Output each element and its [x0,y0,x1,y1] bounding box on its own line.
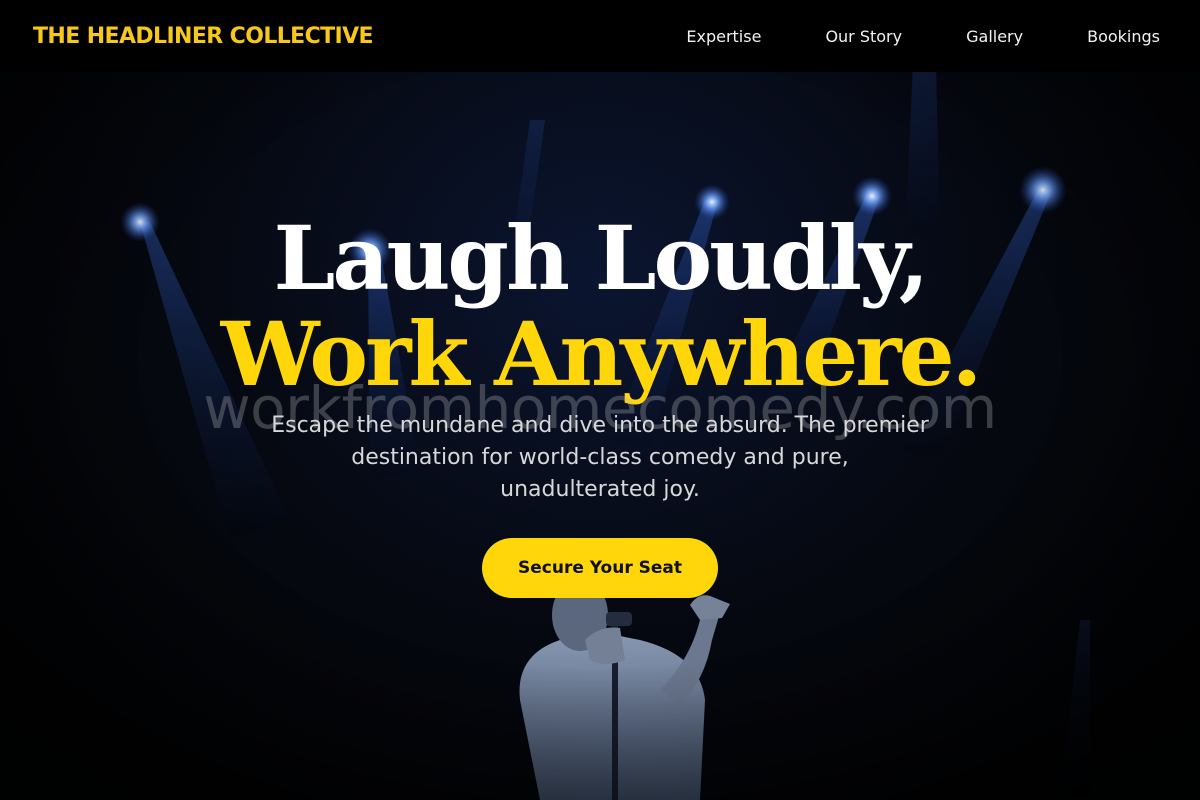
nav-links: Expertise Our Story Gallery Bookings [686,27,1160,46]
nav-link-expertise[interactable]: Expertise [686,27,761,46]
top-navbar: THE HEADLINER COLLECTIVE Expertise Our S… [0,0,1200,72]
hero-headline-line1: Laugh Loudly, [273,206,930,310]
nav-link-our-story[interactable]: Our Story [825,27,902,46]
page: THE HEADLINER COLLECTIVE Expertise Our S… [0,0,1200,800]
nav-link-gallery[interactable]: Gallery [966,27,1023,46]
hero-section: Laugh Loudly, Work Anywhere. workfromhom… [0,72,1200,800]
secure-seat-button[interactable]: Secure Your Seat [482,538,718,598]
hero-tagline: Escape the mundane and dive into the abs… [271,413,929,502]
nav-link-bookings[interactable]: Bookings [1087,27,1160,46]
brand-logo[interactable]: THE HEADLINER COLLECTIVE [33,24,374,49]
